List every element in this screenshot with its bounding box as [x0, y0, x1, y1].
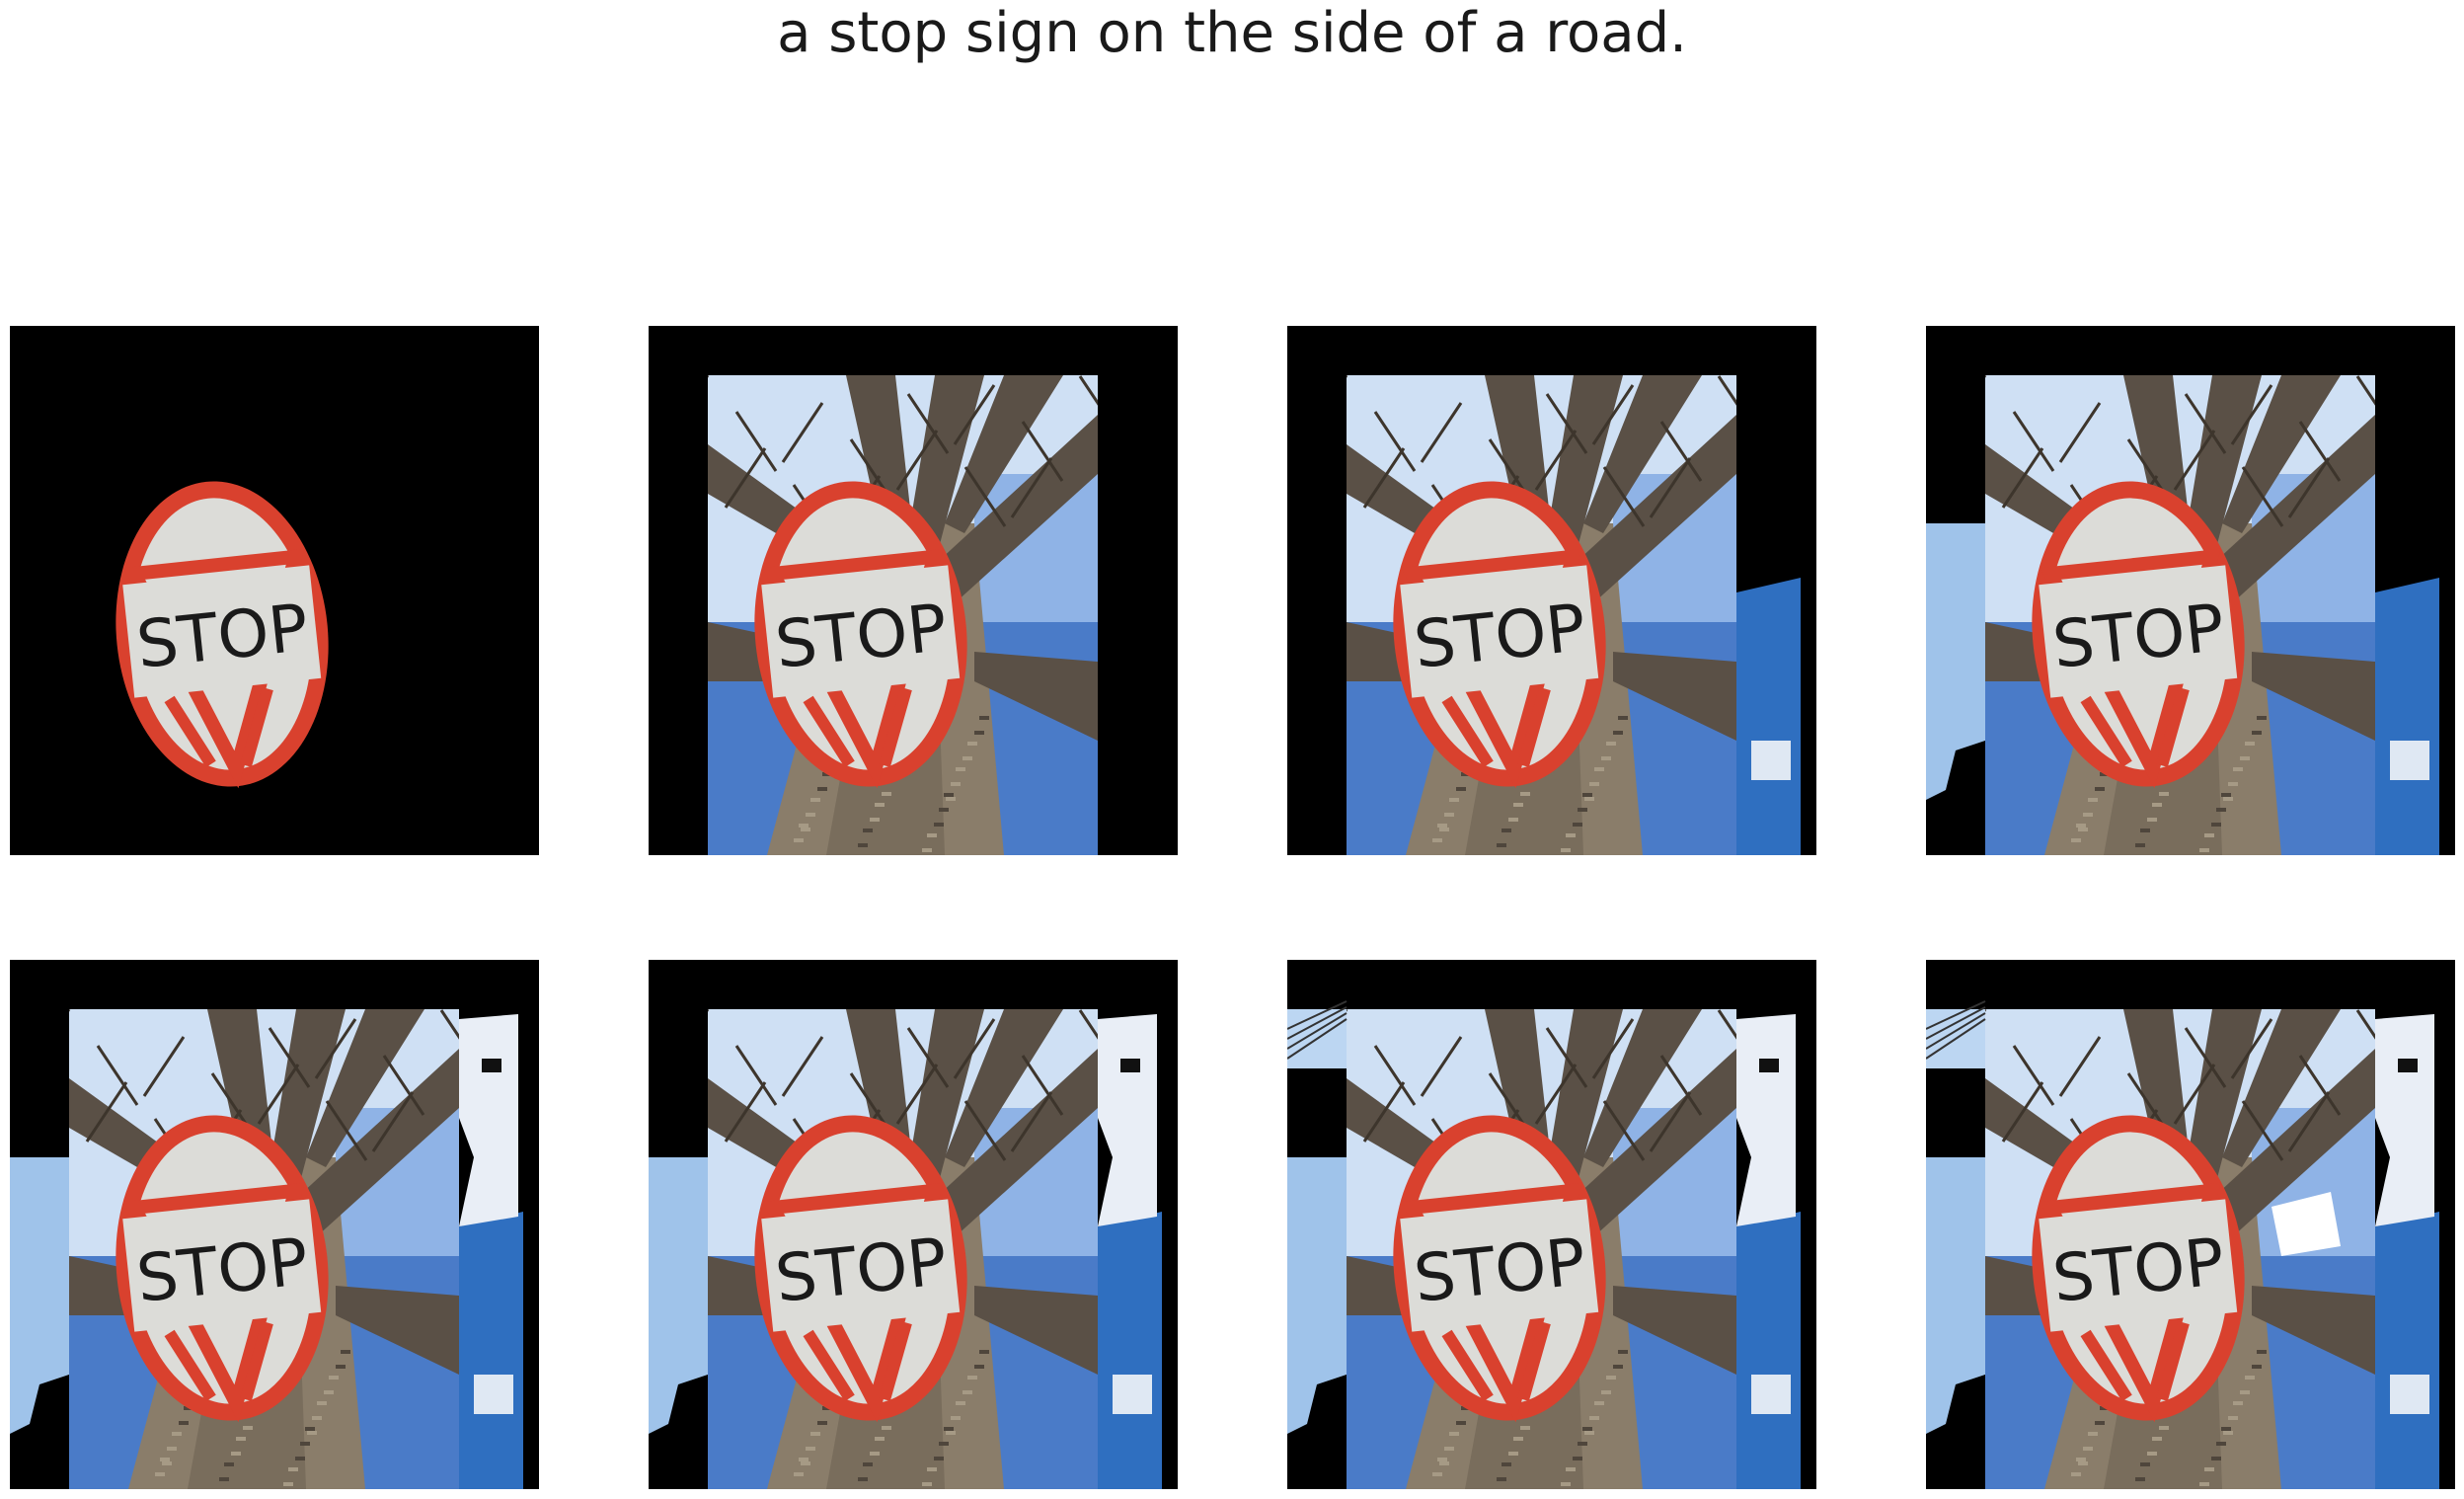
sky-right-region [1098, 1212, 1162, 1489]
panel-image: STOP [10, 960, 539, 1489]
panel-image: STOP [10, 326, 539, 855]
panel-image: STOP [1287, 326, 1816, 855]
sky-right-region [1736, 578, 1801, 855]
sky-right-region [2375, 578, 2439, 855]
figure-title: a stop sign on the side of a road. [777, 1, 1687, 65]
panel-7: STOP [1287, 960, 1816, 1489]
top-left-wires [1287, 1000, 1348, 1068]
panel-8: STOP [1926, 960, 2455, 1489]
top-right-patch [1736, 1014, 1796, 1226]
top-right-patch [2375, 1014, 2434, 1226]
panel-image: STOP [649, 960, 1178, 1489]
panel-3: STOP [1287, 326, 1816, 855]
sky-right-region [2375, 1212, 2439, 1489]
top-right-patch [459, 1014, 518, 1226]
panel-6: STOP [649, 960, 1178, 1489]
panel-image: STOP [1926, 960, 2455, 1489]
panel-4: STOP [1926, 326, 2455, 855]
sky-right-region [1736, 1212, 1801, 1489]
panel-image: STOP [1287, 960, 1816, 1489]
sky-right-region [459, 1212, 523, 1489]
top-left-wires [1926, 1000, 1986, 1068]
panel-5: STOP [10, 960, 539, 1489]
panel-2: STOP [649, 326, 1178, 855]
panel-1: STOP [10, 326, 539, 855]
panel-image: STOP [649, 326, 1178, 855]
panel-image: STOP [1926, 326, 2455, 855]
top-right-patch [1098, 1014, 1157, 1226]
